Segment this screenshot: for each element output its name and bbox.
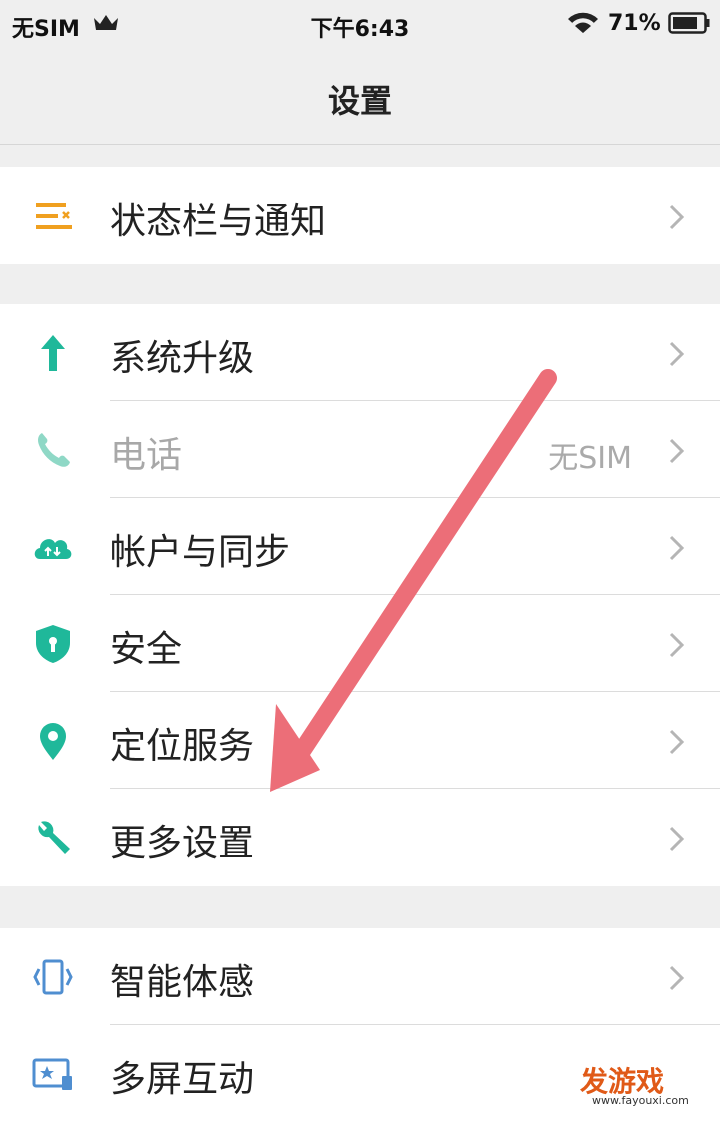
chevron-right-icon xyxy=(669,438,685,464)
chevron-right-icon xyxy=(669,535,685,561)
battery-percentage: 71% xyxy=(608,11,661,36)
settings-item-label: 系统升级 xyxy=(110,338,255,379)
cloud-sync-icon xyxy=(34,539,72,559)
wifi-icon xyxy=(568,12,598,33)
settings-item-accounts-sync[interactable]: 帐户与同步 xyxy=(0,498,720,595)
battery-icon xyxy=(668,12,710,34)
motion-sense-icon xyxy=(33,959,73,995)
status-bar: 无SIM 下午6:43 71% xyxy=(0,0,720,50)
multi-screen-icon xyxy=(32,1058,72,1090)
location-pin-icon xyxy=(40,723,66,760)
settings-item-status-bar-notifications[interactable]: 状态栏与通知 xyxy=(0,167,720,264)
settings-item-label: 定位服务 xyxy=(110,726,255,767)
chevron-right-icon xyxy=(669,632,685,658)
watermark-url: www.fayouxi.com xyxy=(592,1094,689,1107)
chevron-right-icon xyxy=(669,965,685,991)
upgrade-arrow-icon xyxy=(41,335,65,371)
chevron-right-icon xyxy=(669,729,685,755)
settings-item-motion-sense[interactable]: 智能体感 xyxy=(0,928,720,1025)
title-bar: 设置 xyxy=(0,50,720,145)
settings-item-label: 电话 xyxy=(110,435,183,476)
settings-item-more-settings[interactable]: 更多设置 xyxy=(0,789,720,886)
sim-status-value: 无SIM xyxy=(548,441,632,476)
page-title: 设置 xyxy=(327,82,392,120)
chevron-right-icon xyxy=(669,826,685,852)
watermark-logo: 发游戏 www.fayouxi.com xyxy=(580,1060,720,1108)
settings-item-system-upgrade[interactable]: 系统升级 xyxy=(0,304,720,401)
settings-item-label: 状态栏与通知 xyxy=(110,201,327,242)
chevron-right-icon xyxy=(669,204,685,230)
wrench-icon xyxy=(38,821,70,854)
settings-item-label: 更多设置 xyxy=(110,823,255,864)
settings-item-phone[interactable]: 电话 无SIM xyxy=(0,401,720,498)
settings-group-notifications: 状态栏与通知 xyxy=(0,167,720,264)
status-bar-notification-icon xyxy=(36,203,72,229)
shield-icon xyxy=(36,625,70,663)
settings-item-security[interactable]: 安全 xyxy=(0,595,720,692)
settings-item-label: 安全 xyxy=(110,629,183,670)
settings-item-label: 帐户与同步 xyxy=(110,532,291,573)
settings-item-label: 智能体感 xyxy=(110,962,255,1003)
settings-item-location-services[interactable]: 定位服务 xyxy=(0,692,720,789)
settings-group-system: 系统升级 电话 无SIM 帐户与同步 安全 定位服务 更多设置 xyxy=(0,304,720,886)
chevron-right-icon xyxy=(669,341,685,367)
settings-item-label: 多屏互动 xyxy=(110,1059,255,1100)
phone-icon xyxy=(38,433,70,467)
